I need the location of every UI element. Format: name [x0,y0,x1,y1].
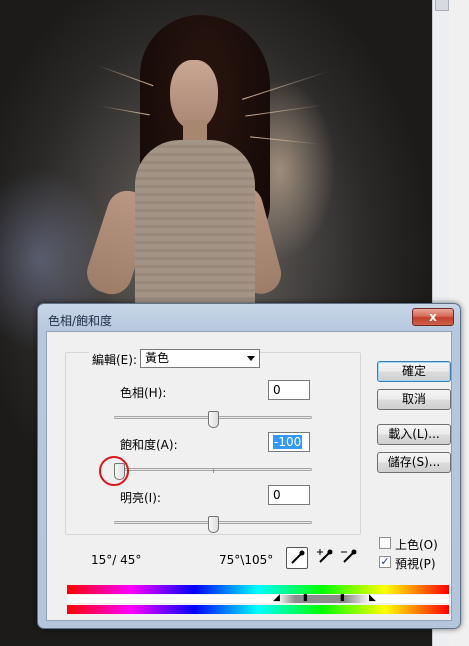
output-color-bar [67,605,449,614]
close-button[interactable]: x [412,308,454,326]
save-button[interactable]: 儲存(S)... [377,452,451,473]
colorize-label: 上色(O) [395,538,438,552]
saturation-center-tick [213,469,214,473]
input-color-bar [67,585,449,594]
close-icon: x [429,310,437,324]
colorize-checkbox[interactable] [379,537,391,549]
lightness-input[interactable]: 0 [268,485,310,505]
ok-button[interactable]: 確定 [377,361,451,382]
load-button[interactable]: 載入(L)... [377,424,451,445]
range-bar-right[interactable]: ▮ [340,594,345,603]
scrollbar-thumb[interactable] [435,0,449,11]
highlight-circle [99,456,129,486]
saturation-label: 飽和度(A): [120,438,178,452]
hue-saturation-dialog: 色相/飽和度 x 編輯(E): 黃色 色相(H): 0 飽和度(A): -100… [37,303,461,629]
checkmark-icon: ✓ [380,555,390,568]
dialog-body: 編輯(E): 黃色 色相(H): 0 飽和度(A): -100 明亮(I): 0… [46,331,452,621]
preview-label: 預視(P) [395,557,436,571]
dialog-title-bar[interactable]: 色相/飽和度 x [38,304,460,332]
edit-select[interactable]: 黃色 [140,349,260,368]
saturation-value: -100 [273,435,303,449]
saturation-input[interactable]: -100 [268,432,310,452]
lightness-slider-thumb[interactable] [207,516,219,533]
color-range-strip [67,595,449,603]
range-falloff-right[interactable] [345,595,371,603]
range-bar-left[interactable]: ▮ [303,594,308,603]
hue-input[interactable]: 0 [268,380,310,400]
lightness-label: 明亮(I): [120,491,161,505]
cancel-button[interactable]: 取消 [377,389,451,410]
edit-select-value: 黃色 [145,351,170,365]
range-left-text: 15°/ 45° [91,553,142,567]
eyedropper-icon [291,550,305,564]
eyedropper-plus-button[interactable] [315,547,337,569]
eyedropper-plus-icon [317,549,333,563]
adjustment-group [65,352,361,535]
hue-value: 0 [273,383,281,397]
hue-label: 色相(H): [120,386,167,400]
range-marker-left[interactable]: ◢ [273,594,280,603]
range-marker-right[interactable]: ◣ [369,594,376,603]
eyedropper-button[interactable] [286,547,308,569]
chevron-down-icon [247,356,255,361]
eyedropper-minus-icon [341,549,357,563]
range-right-text: 75°\105° [219,553,274,567]
edit-label: 編輯(E): [89,351,140,368]
eyedropper-minus-button[interactable] [339,547,361,569]
preview-checkbox[interactable]: ✓ [379,556,391,568]
lightness-value: 0 [273,488,281,502]
dialog-title: 色相/飽和度 [48,314,113,328]
photo-dress [135,140,255,320]
hue-slider-thumb[interactable] [207,411,219,428]
